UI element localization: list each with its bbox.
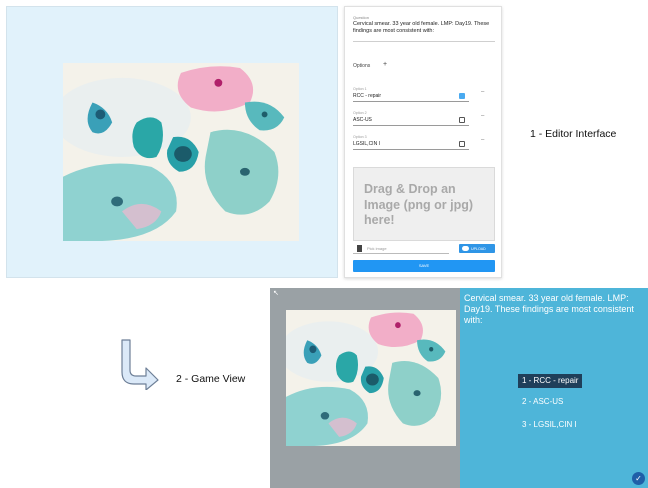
upload-label: UPLOAD bbox=[471, 246, 486, 251]
option-underline bbox=[353, 125, 469, 126]
answer-option-2[interactable]: 2 - ASC-US bbox=[518, 395, 567, 409]
upload-row: Pick image UPLOAD bbox=[353, 244, 495, 254]
correct-checkbox[interactable] bbox=[459, 141, 465, 147]
cloud-upload-icon bbox=[462, 246, 469, 251]
question-underline bbox=[353, 41, 495, 42]
back-arrow-icon[interactable]: ↖ bbox=[273, 289, 279, 297]
correct-checkbox[interactable] bbox=[459, 117, 465, 123]
upload-button[interactable]: UPLOAD bbox=[459, 244, 495, 253]
add-option-button[interactable]: + bbox=[383, 61, 387, 68]
option-label: Option 2 bbox=[353, 111, 367, 115]
option-input[interactable]: RCC - repair bbox=[353, 93, 381, 99]
question-label: Question bbox=[353, 15, 370, 20]
cytology-image bbox=[286, 310, 456, 446]
options-title: Options bbox=[353, 63, 371, 69]
option-underline bbox=[353, 149, 469, 150]
game-view-label: 2 - Game View bbox=[176, 373, 246, 385]
answer-option-3[interactable]: 3 - LGSIL,CIN I bbox=[518, 418, 581, 432]
file-underline bbox=[353, 253, 449, 254]
delete-option-button[interactable]: – bbox=[481, 137, 484, 143]
answer-option-1[interactable]: 1 - RCC - repair bbox=[518, 374, 583, 388]
save-button[interactable]: SAVE bbox=[353, 260, 495, 272]
option-underline bbox=[353, 101, 469, 102]
editor-image-canvas bbox=[6, 6, 338, 278]
option-row-1: Option 1 RCC - repair – bbox=[353, 87, 495, 109]
game-question-text: Cervical smear. 33 year old female. LMP:… bbox=[464, 293, 634, 325]
screenshot-root: Question Cervical smear. 33 year old fem… bbox=[0, 0, 648, 488]
editor-panel: Question Cervical smear. 33 year old fem… bbox=[344, 6, 502, 278]
file-input[interactable]: Pick image bbox=[367, 246, 387, 251]
option-row-2: Option 2 ASC-US – bbox=[353, 111, 495, 133]
option-input[interactable]: LGSIL,CIN I bbox=[353, 141, 380, 147]
delete-option-button[interactable]: – bbox=[481, 89, 484, 95]
confirm-check-icon[interactable]: ✓ bbox=[632, 472, 645, 485]
cytology-image bbox=[63, 63, 299, 241]
image-dropzone[interactable]: Drag & Drop an Image (png or jpg) here! bbox=[353, 167, 495, 241]
option-label: Option 3 bbox=[353, 135, 367, 139]
game-image-frame: ↖ bbox=[270, 288, 460, 488]
option-label: Option 1 bbox=[353, 87, 367, 91]
down-right-arrow-icon bbox=[121, 339, 159, 390]
editor-interface-label: 1 - Editor Interface bbox=[530, 128, 617, 140]
option-row-3: Option 3 LGSIL,CIN I – bbox=[353, 135, 495, 157]
correct-checkbox[interactable] bbox=[459, 93, 465, 99]
delete-option-button[interactable]: – bbox=[481, 113, 484, 119]
file-icon bbox=[357, 245, 362, 252]
option-input[interactable]: ASC-US bbox=[353, 117, 372, 123]
dropzone-text: Drag & Drop an Image (png or jpg) here! bbox=[364, 182, 474, 227]
question-input[interactable]: Cervical smear. 33 year old female. LMP:… bbox=[353, 21, 495, 34]
game-view: ↖ Cervical smear. 33 year old female. LM… bbox=[270, 288, 648, 488]
